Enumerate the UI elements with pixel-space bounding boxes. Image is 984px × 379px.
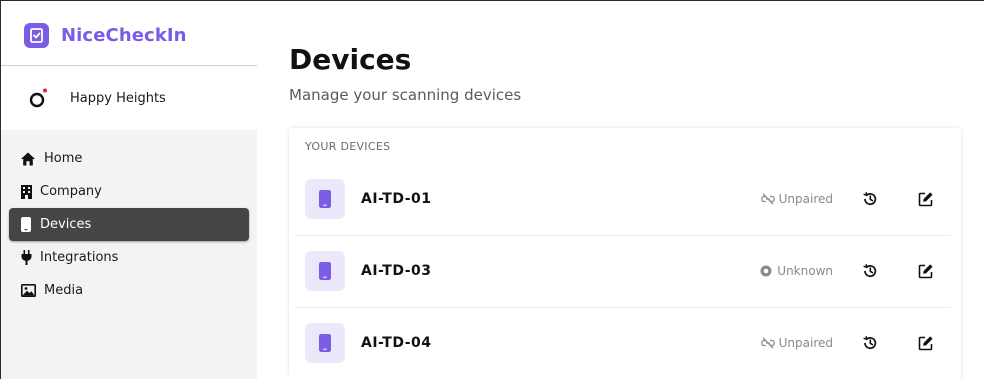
- happy-heights-logo-icon: [28, 87, 50, 109]
- sidebar-item-label: Integrations: [40, 250, 119, 265]
- main-content: Devices Manage your scanning devices YOU…: [289, 1, 984, 379]
- brand[interactable]: NiceCheckIn: [24, 23, 187, 48]
- device-name: AI-TD-03: [361, 263, 432, 279]
- edit-icon[interactable]: [917, 334, 935, 352]
- device-status-label: Unpaired: [778, 336, 833, 350]
- device-status: Unknown: [759, 264, 833, 278]
- unlink-icon: [760, 336, 775, 350]
- section-label: YOUR DEVICES: [305, 140, 391, 153]
- sidebar-item-label: Media: [44, 283, 84, 298]
- history-icon[interactable]: [861, 334, 879, 352]
- edit-icon[interactable]: [917, 190, 935, 208]
- plug-icon: [20, 250, 32, 266]
- history-icon[interactable]: [861, 262, 879, 280]
- edit-icon[interactable]: [917, 262, 935, 280]
- device-status-label: Unpaired: [778, 192, 833, 206]
- building-icon: [20, 184, 32, 200]
- sidebar-item-media[interactable]: Media: [9, 274, 249, 307]
- brand-divider: [1, 65, 257, 66]
- checkin-logo-icon: [24, 23, 49, 48]
- sidebar-item-label: Company: [40, 184, 102, 199]
- device-status-label: Unknown: [777, 264, 833, 278]
- sidebar: NiceCheckIn Happy Heights Home Company D…: [1, 1, 257, 379]
- sidebar-item-home[interactable]: Home: [9, 142, 249, 175]
- sidebar-item-company[interactable]: Company: [9, 175, 249, 208]
- page-subtitle: Manage your scanning devices: [289, 86, 522, 104]
- device-phone-icon: [305, 251, 345, 291]
- app-name: NiceCheckIn: [61, 25, 187, 46]
- home-icon: [20, 151, 36, 167]
- history-icon[interactable]: [861, 190, 879, 208]
- sidebar-item-label: Home: [44, 151, 83, 166]
- organization-name: Happy Heights: [70, 90, 166, 106]
- device-status: Unpaired: [760, 336, 833, 350]
- organization-switcher[interactable]: Happy Heights: [28, 87, 166, 109]
- device-row[interactable]: AI-TD-01 Unpaired: [295, 164, 951, 236]
- unlink-icon: [760, 192, 775, 206]
- device-name: AI-TD-01: [361, 191, 432, 207]
- page-title: Devices: [289, 43, 412, 76]
- unknown-status-dot-icon: [759, 264, 773, 278]
- image-icon: [20, 283, 36, 299]
- sidebar-item-label: Devices: [40, 217, 92, 232]
- device-name: AI-TD-04: [361, 335, 432, 351]
- device-phone-icon: [305, 323, 345, 363]
- sidebar-item-devices[interactable]: Devices: [9, 208, 249, 241]
- phone-icon: [20, 217, 32, 233]
- device-row[interactable]: AI-TD-03 Unknown: [295, 236, 951, 308]
- device-status: Unpaired: [760, 192, 833, 206]
- device-row[interactable]: AI-TD-04 Unpaired: [295, 308, 951, 379]
- device-phone-icon: [305, 179, 345, 219]
- sidebar-nav: Home Company Devices Integrations Media: [1, 130, 257, 379]
- devices-card: YOUR DEVICES AI-TD-01 Unpaired AI-TD-03 …: [289, 128, 961, 379]
- sidebar-item-integrations[interactable]: Integrations: [9, 241, 249, 274]
